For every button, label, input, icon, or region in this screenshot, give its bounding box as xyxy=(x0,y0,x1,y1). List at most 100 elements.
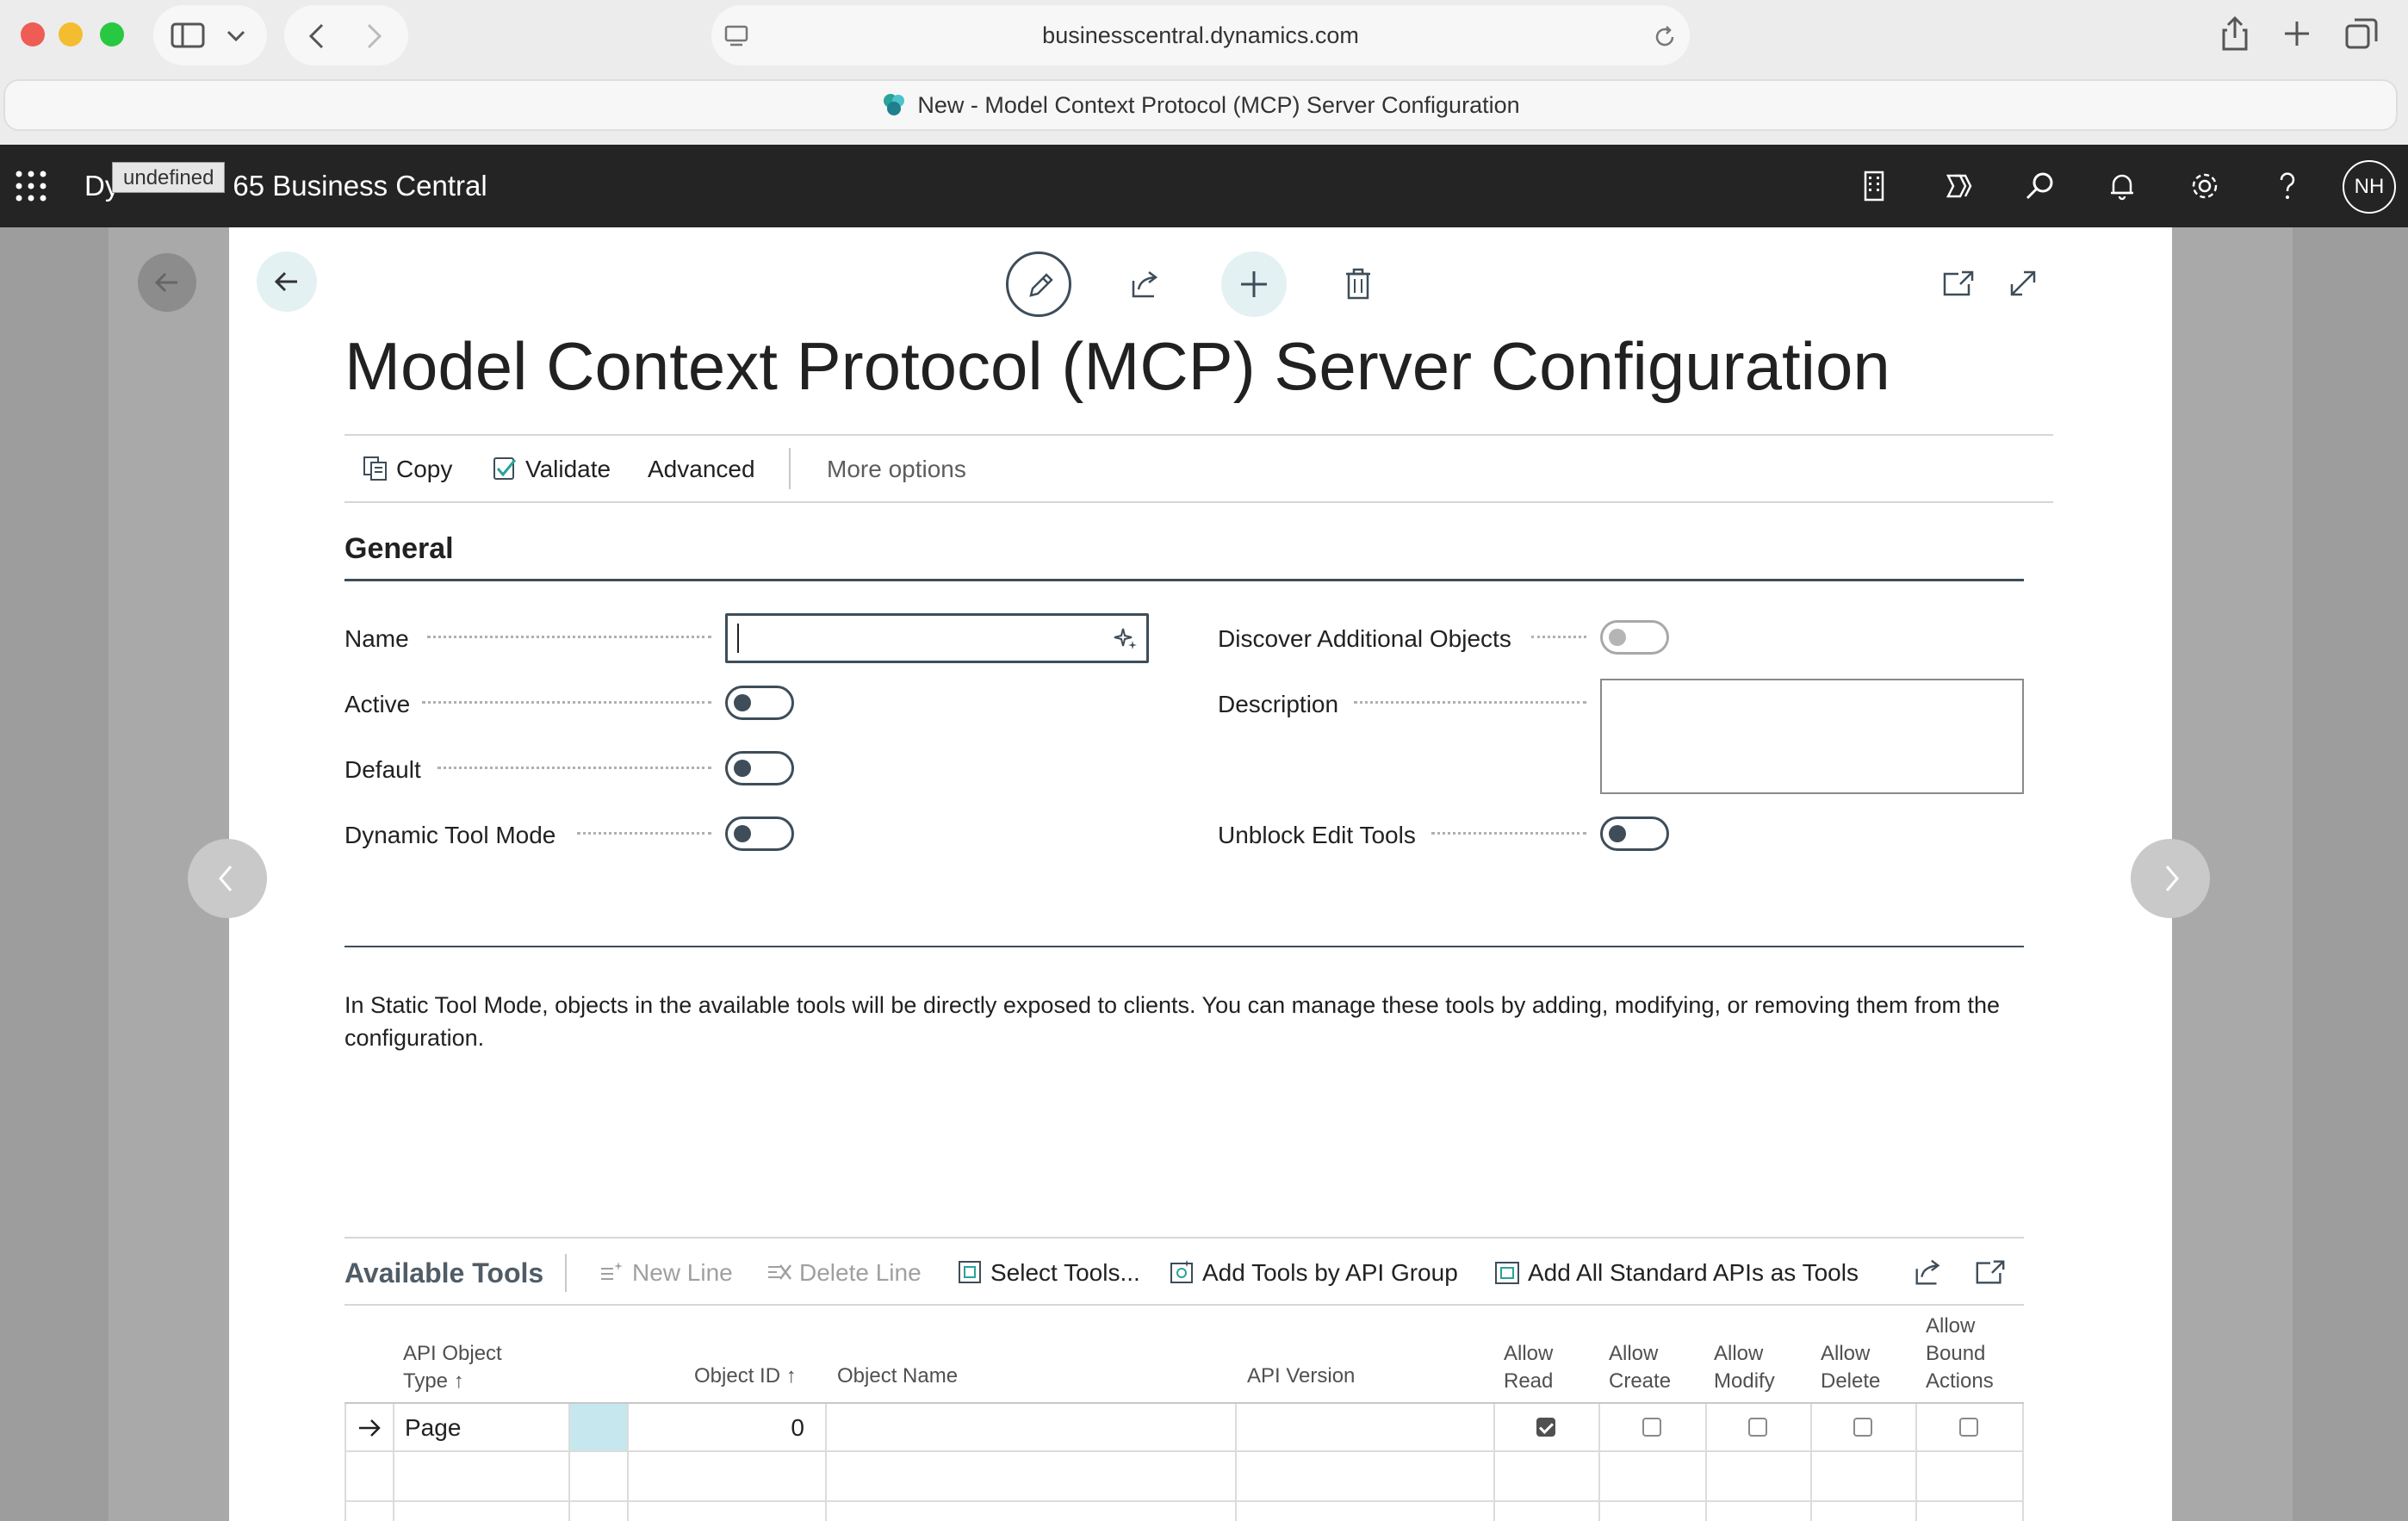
allow-bound-actions-checkbox[interactable] xyxy=(1959,1418,1978,1437)
cell-api-object-type[interactable]: Page xyxy=(405,1404,461,1452)
tools-toolbar-divider xyxy=(344,1304,2024,1306)
active-toggle[interactable] xyxy=(725,686,794,720)
name-field[interactable] xyxy=(725,613,1149,663)
column-header-line: API Object xyxy=(403,1342,502,1365)
grid-column-divider xyxy=(1493,1404,1495,1521)
column-header-allow-bound-actions[interactable]: Allow Bound Actions xyxy=(1926,1313,1994,1395)
sidebar-toggle-group[interactable] xyxy=(153,5,267,65)
grid-column-divider xyxy=(568,1404,570,1521)
new-button[interactable] xyxy=(1221,251,1287,317)
table-row[interactable] xyxy=(344,1454,2024,1502)
new-line-button[interactable]: New Line xyxy=(598,1254,733,1292)
table-row[interactable] xyxy=(344,1504,2024,1521)
unblock-edit-tools-toggle[interactable] xyxy=(1600,816,1669,851)
column-header-line: Modify xyxy=(1714,1369,1775,1393)
action-bar-top-divider xyxy=(344,434,2053,436)
default-toggle[interactable] xyxy=(725,751,794,785)
allow-create-checkbox[interactable] xyxy=(1642,1418,1661,1437)
browser-toolbar: businesscentral.dynamics.com xyxy=(0,0,2408,72)
add-all-standard-apis-label: Add All Standard APIs as Tools xyxy=(1528,1259,1859,1286)
browser-tab[interactable]: New - Model Context Protocol (MCP) Serve… xyxy=(3,79,2398,131)
expand-icon[interactable] xyxy=(2007,267,2039,300)
previous-record-button[interactable] xyxy=(188,839,267,918)
add-all-standard-apis-button[interactable]: Add All Standard APIs as Tools xyxy=(1493,1254,1859,1292)
grid-border xyxy=(344,1404,346,1521)
dynamic-tool-mode-toggle[interactable] xyxy=(725,816,794,851)
column-header-line: Allow xyxy=(1714,1342,1764,1365)
column-header-allow-read[interactable]: Allow Read xyxy=(1504,1340,1553,1395)
action-bar-bottom-divider xyxy=(344,501,2053,503)
open-in-new-window-icon[interactable] xyxy=(1941,269,1976,298)
grid-column-divider xyxy=(1235,1404,1237,1521)
discover-additional-objects-toggle[interactable] xyxy=(1600,620,1669,655)
available-tools-title[interactable]: Available Tools xyxy=(344,1254,543,1292)
new-line-icon xyxy=(601,1261,623,1280)
column-header-line: Allow xyxy=(1821,1342,1871,1365)
reload-icon[interactable] xyxy=(1652,24,1678,50)
back-icon[interactable] xyxy=(307,22,327,50)
column-header-object-id[interactable]: Object ID ↑ xyxy=(694,1363,797,1390)
cell-object-id[interactable]: 0 xyxy=(637,1404,804,1452)
new-line-label: New Line xyxy=(632,1259,733,1286)
validate-button[interactable]: Validate xyxy=(491,448,611,491)
share-icon[interactable] xyxy=(1912,1256,1945,1288)
sidebar-icon[interactable] xyxy=(171,22,205,48)
allow-delete-checkbox[interactable] xyxy=(1853,1418,1872,1437)
allow-read-checkbox[interactable] xyxy=(1536,1418,1555,1437)
grid-column-divider xyxy=(393,1404,394,1521)
allow-modify-checkbox[interactable] xyxy=(1748,1418,1767,1437)
avatar[interactable]: NH xyxy=(2343,160,2396,214)
help-icon[interactable] xyxy=(2267,165,2308,207)
app-launcher-icon[interactable] xyxy=(14,169,48,203)
chevron-down-icon[interactable] xyxy=(226,29,246,43)
background-back-button xyxy=(138,253,196,312)
chevron-left-icon xyxy=(219,866,233,891)
bell-icon[interactable] xyxy=(2101,165,2143,207)
add-by-api-group-icon xyxy=(1170,1259,1193,1283)
new-tab-icon[interactable] xyxy=(2282,19,2312,48)
search-icon[interactable] xyxy=(2019,165,2060,207)
column-header-line: Type ↑ xyxy=(403,1369,464,1393)
table-row[interactable] xyxy=(344,1404,2024,1452)
delete-line-button[interactable]: Delete Line xyxy=(765,1254,922,1292)
column-header-object-name[interactable]: Object Name xyxy=(837,1363,958,1390)
open-in-new-window-icon[interactable] xyxy=(1974,1257,2007,1287)
column-header-api-version[interactable]: API Version xyxy=(1247,1363,1355,1390)
next-record-button[interactable] xyxy=(2131,839,2210,918)
sparkle-icon[interactable] xyxy=(1113,625,1139,651)
description-field[interactable] xyxy=(1600,679,2024,794)
column-header-api-object-type[interactable]: API Object Type ↑ xyxy=(403,1340,502,1395)
add-all-standard-icon xyxy=(1495,1261,1519,1284)
general-section-divider xyxy=(344,579,2024,581)
more-options-button[interactable]: More options xyxy=(827,448,966,491)
column-header-allow-create[interactable]: Allow Create xyxy=(1609,1340,1671,1395)
advanced-button[interactable]: Advanced xyxy=(648,448,755,491)
gear-icon[interactable] xyxy=(2184,165,2225,207)
share-icon[interactable] xyxy=(1128,267,1163,301)
trash-icon[interactable] xyxy=(1344,267,1373,301)
column-header-allow-modify[interactable]: Allow Modify xyxy=(1714,1340,1775,1395)
share-icon[interactable] xyxy=(2220,16,2250,52)
tab-overview-icon[interactable] xyxy=(2344,17,2379,50)
address-bar[interactable]: businesscentral.dynamics.com xyxy=(711,5,1690,65)
back-button[interactable] xyxy=(257,251,317,312)
grid-column-divider xyxy=(1705,1404,1707,1521)
company-icon[interactable] xyxy=(1853,165,1895,207)
forward-icon[interactable] xyxy=(363,22,384,50)
select-tools-button[interactable]: Select Tools... xyxy=(956,1254,1140,1292)
column-header-line: Create xyxy=(1609,1369,1672,1393)
pencil-icon xyxy=(1029,273,1053,297)
copy-button[interactable]: Copy xyxy=(362,448,452,491)
zoom-window-button[interactable] xyxy=(100,22,124,47)
copilot-icon[interactable] xyxy=(1936,165,1977,207)
edit-button[interactable] xyxy=(1006,251,1071,317)
app-name-suffix: 65 Business Central xyxy=(233,170,487,202)
arrow-left-icon xyxy=(274,271,297,292)
close-window-button[interactable] xyxy=(21,22,45,47)
default-leader-dots xyxy=(438,767,711,769)
column-header-allow-delete[interactable]: Allow Delete xyxy=(1821,1340,1880,1395)
minimize-window-button[interactable] xyxy=(59,22,83,47)
add-tools-by-api-group-button[interactable]: Add Tools by API Group xyxy=(1168,1254,1458,1292)
general-section-title[interactable]: General xyxy=(344,532,454,566)
app-top-bar: Dy 65 Business Central xyxy=(0,145,2408,227)
